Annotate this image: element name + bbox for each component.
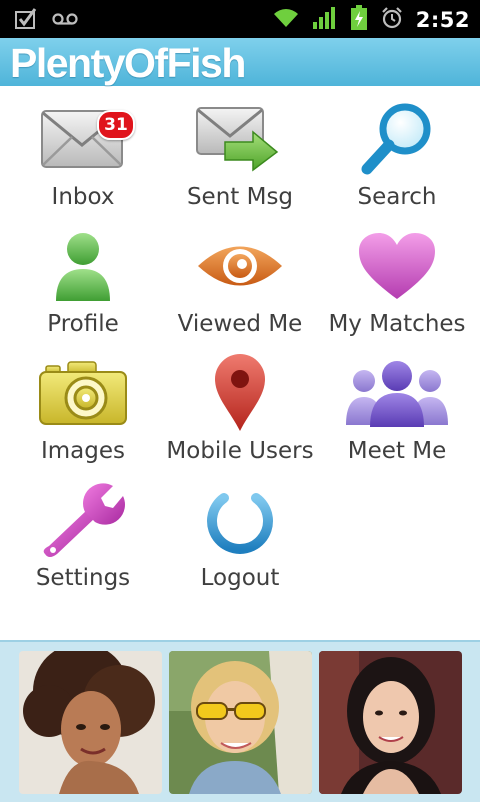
alarm-icon	[380, 6, 404, 34]
sent-messages-button[interactable]: Sent Msg	[160, 100, 320, 227]
logout-label: Logout	[200, 565, 280, 591]
profile-button[interactable]: Profile	[3, 227, 163, 354]
images-button[interactable]: Images	[3, 354, 163, 481]
member-photo-2[interactable]	[169, 651, 312, 794]
people-group-icon	[344, 359, 450, 431]
clock-time: 2:52	[415, 8, 470, 32]
images-label: Images	[40, 438, 125, 464]
camera-icon	[38, 360, 128, 430]
eye-icon	[196, 237, 284, 299]
viewed-me-label: Viewed Me	[177, 311, 303, 337]
mobile-users-button[interactable]: Mobile Users	[160, 354, 320, 481]
sent-messages-label: Sent Msg	[186, 184, 294, 210]
inbox-button[interactable]: 31 Inbox	[3, 100, 163, 227]
magnifier-icon	[357, 101, 437, 181]
profile-label: Profile	[47, 311, 119, 337]
my-matches-label: My Matches	[328, 311, 466, 337]
signal-icon	[312, 6, 338, 34]
battery-charging-icon	[350, 5, 368, 35]
wrench-icon	[41, 480, 125, 564]
map-pin-icon	[212, 353, 268, 437]
status-bar: 2:52	[0, 0, 480, 38]
logout-button[interactable]: Logout	[160, 481, 320, 608]
heart-icon	[357, 231, 437, 305]
search-label: Search	[357, 184, 437, 210]
sent-envelope-icon	[195, 106, 285, 176]
settings-label: Settings	[35, 565, 131, 591]
meet-me-button[interactable]: Meet Me	[317, 354, 477, 481]
member-photo-strip	[0, 640, 480, 802]
wifi-icon	[272, 7, 300, 33]
person-icon	[50, 229, 116, 307]
app-logo: PlentyOfFish	[10, 40, 246, 86]
search-button[interactable]: Search	[317, 100, 477, 227]
my-matches-button[interactable]: My Matches	[317, 227, 477, 354]
inbox-unread-badge: 31	[97, 110, 135, 140]
meet-me-label: Meet Me	[347, 438, 447, 464]
app-header: PlentyOfFish	[0, 38, 480, 86]
checkbox-icon	[14, 6, 38, 34]
viewed-me-button[interactable]: Viewed Me	[160, 227, 320, 354]
mobile-users-label: Mobile Users	[166, 438, 314, 464]
member-photo-3[interactable]	[319, 651, 462, 794]
power-icon	[204, 482, 276, 562]
settings-button[interactable]: Settings	[3, 481, 163, 608]
voicemail-icon	[52, 11, 78, 30]
inbox-label: Inbox	[51, 184, 115, 210]
member-photo-1[interactable]	[19, 651, 162, 794]
